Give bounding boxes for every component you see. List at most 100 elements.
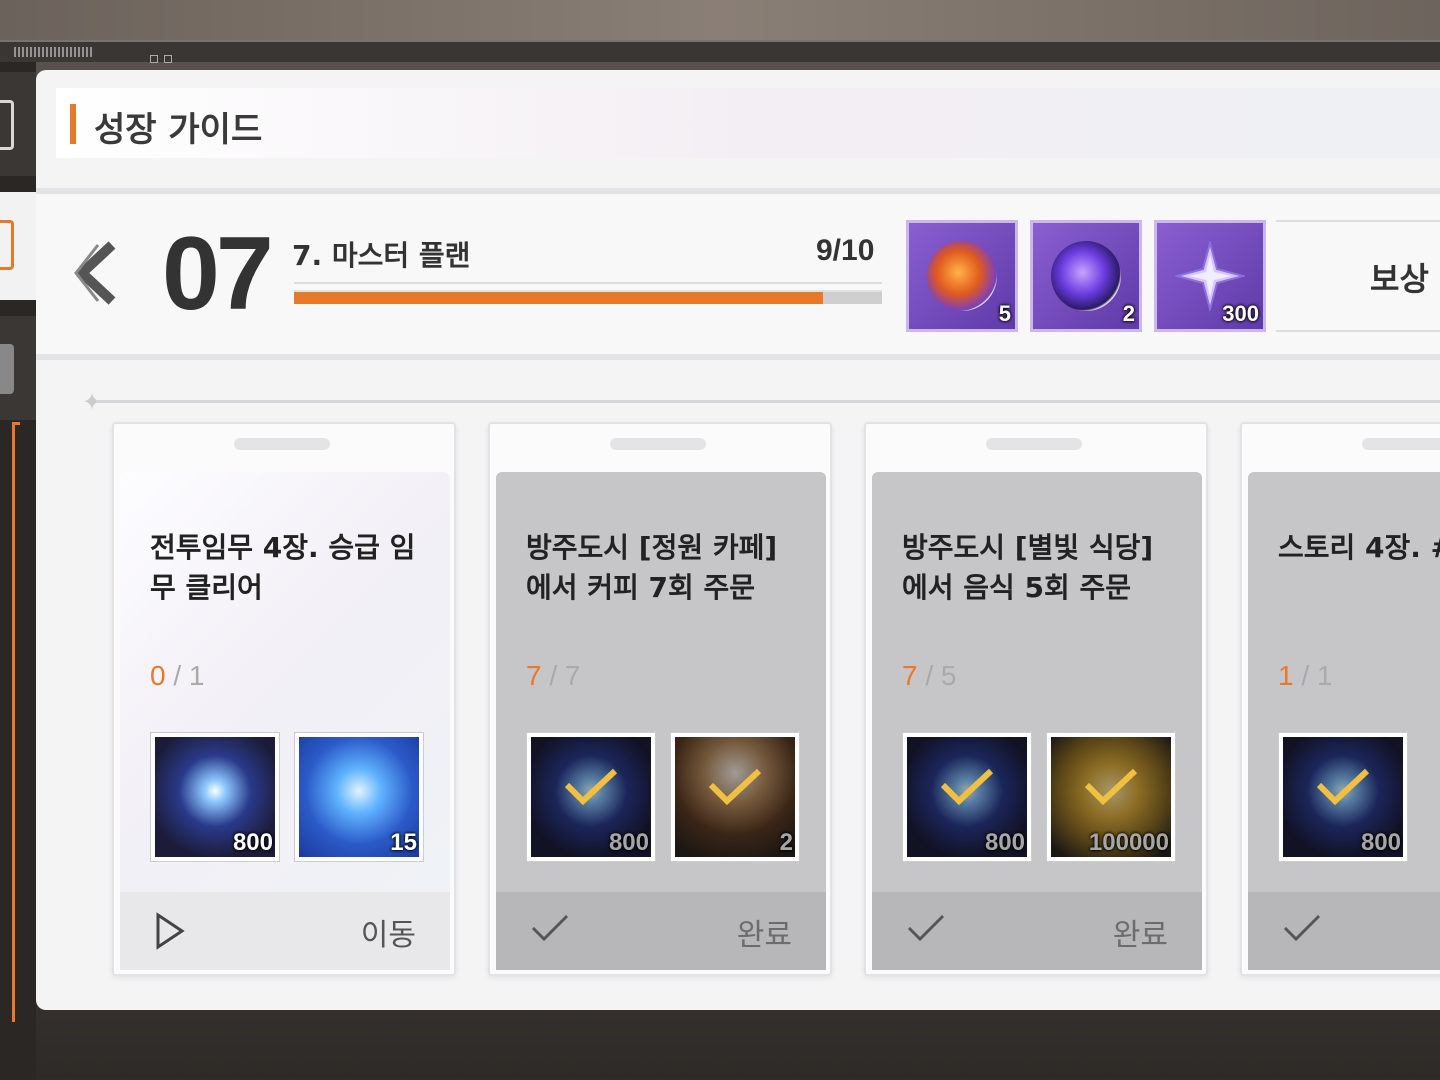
count-sep: / [165,660,189,691]
card-clip [986,438,1082,450]
complete-button[interactable] [1248,892,1440,970]
fire-core-icon [927,241,997,311]
task-card-3[interactable]: 방주도시 [별빛 식당]에서 음식 5회 주문 7 / 5 800 100000… [864,422,1208,976]
check-icon [1283,914,1321,942]
chevron-left-icon [74,241,116,305]
galaxy-book-icon: 800 [155,737,275,857]
galaxy-book-icon: 800 [531,737,651,857]
task-reward-item[interactable]: 800 [1278,732,1408,862]
stage-progress-text: 9/10 [816,234,875,267]
reward-qty: 2 [1122,301,1135,326]
count-target: 1 [1316,660,1333,691]
claimed-check-icon [708,768,762,806]
growth-guide-panel: 성장 가이드 07 7. 마스터 플랜 9/10 5 2 300 보상 ✦ 전투… [36,70,1440,1010]
card-rope [96,400,1440,403]
complete-button-label: 완료 [736,918,792,953]
tab-icon [0,344,14,394]
task-reward-item[interactable]: 800 [902,732,1032,862]
item-qty: 800 [1360,829,1401,856]
claimed-check-icon [564,768,618,806]
card-clip [610,438,706,450]
task-count: 1 / 1 [1278,660,1333,692]
title-bar: 성장 가이드 [56,88,1440,158]
stage-progress-fill [294,292,824,304]
left-rail [0,62,36,1080]
rail-tab-1[interactable] [0,72,36,176]
count-current: 1 [1278,660,1294,691]
galaxy-book-icon: 800 [1283,737,1403,857]
task-card-4[interactable]: 스토리 4장. # '심판의 늪' 클 1 / 1 800 [1240,422,1440,976]
card-clip [1362,438,1440,450]
task-text: 전투임무 4장. 승급 임무 클리어 [150,531,416,604]
rail-tab-3[interactable] [0,316,36,420]
stage-reward-1[interactable]: 5 [906,220,1018,332]
task-reward-item[interactable]: 800 [150,732,280,862]
claimed-check-icon [940,768,994,806]
item-qty: 15 [390,829,417,856]
page-title: 성장 가이드 [94,110,263,150]
stage-name: 7. 마스터 플랜 [292,239,471,272]
tab-icon [0,220,14,270]
top-deco-strip [0,0,1440,63]
count-current: 7 [902,660,918,691]
task-card-1[interactable]: 전투임무 4장. 승급 임무 클리어 0 / 1 800 15 이동 [112,422,456,976]
count-current: 0 [150,660,166,691]
item-qty: 800 [984,829,1025,856]
rail-tab-2-active[interactable] [0,192,36,300]
task-reward-item[interactable]: 100000 [1046,732,1176,862]
go-button[interactable]: 이동 [120,892,450,970]
count-target: 1 [188,660,205,691]
prev-stage-button[interactable] [72,238,118,318]
stage-reward-2[interactable]: 2 [1030,220,1142,332]
play-icon [156,912,185,950]
rail-accent-line [12,422,20,1022]
void-core-icon [1051,241,1121,311]
count-current: 7 [526,660,542,691]
item-qty: 100000 [1088,829,1169,856]
count-target: 5 [940,660,957,691]
task-reward-item[interactable]: 15 [294,732,424,862]
task-count: 0 / 1 [150,660,205,692]
divider [36,354,1440,360]
count-sep: / [1293,660,1317,691]
stage-line [294,282,882,284]
count-sep: / [541,660,565,691]
task-card-2[interactable]: 방주도시 [정원 카페]에서 커피 7회 주문 7 / 7 800 2 완료 [488,422,832,976]
complete-button[interactable]: 완료 [496,892,826,970]
task-text: 방주도시 [별빛 식당]에서 음식 5회 주문 [902,531,1154,604]
card-clip [234,438,330,450]
check-icon [531,914,569,942]
count-sep: / [917,660,941,691]
stage-progress-bar [294,290,882,304]
stage-reward-3[interactable]: 300 [1154,220,1266,332]
item-qty: 800 [608,829,649,856]
deco-squares [150,48,180,63]
feather-crystal-icon: 15 [299,737,419,857]
galaxy-book-icon: 800 [907,737,1027,857]
task-reward-item[interactable]: 800 [526,732,656,862]
gold-chip-icon: 100000 [1051,737,1171,857]
barcode-deco [14,47,94,57]
reward-qty: 5 [998,301,1011,326]
task-reward-item[interactable]: 2 [670,732,800,862]
task-text: 스토리 4장. # '심판의 늪' 클 [1278,531,1440,564]
complete-button[interactable]: 완료 [872,892,1202,970]
top-deco-bar [0,40,1440,62]
go-button-label: 이동 [360,918,416,953]
reward-label: 보상 [1370,260,1429,298]
stage-number: 07 [162,216,274,332]
clipboard-icon [0,100,14,150]
complete-button-label: 완료 [1112,918,1168,953]
task-count: 7 / 5 [902,660,957,692]
item-qty: 800 [232,829,273,856]
claimed-check-icon [1084,768,1138,806]
coffee-cup-icon: 2 [675,737,795,857]
stage-row: 07 7. 마스터 플랜 9/10 5 2 300 보상 [36,194,1440,354]
reward-qty: 300 [1222,301,1259,326]
task-count: 7 / 7 [526,660,581,692]
title-accent [70,104,76,144]
count-target: 7 [564,660,581,691]
item-qty: 2 [779,829,793,856]
task-text: 방주도시 [정원 카페]에서 커피 7회 주문 [526,531,778,604]
check-icon [907,914,945,942]
